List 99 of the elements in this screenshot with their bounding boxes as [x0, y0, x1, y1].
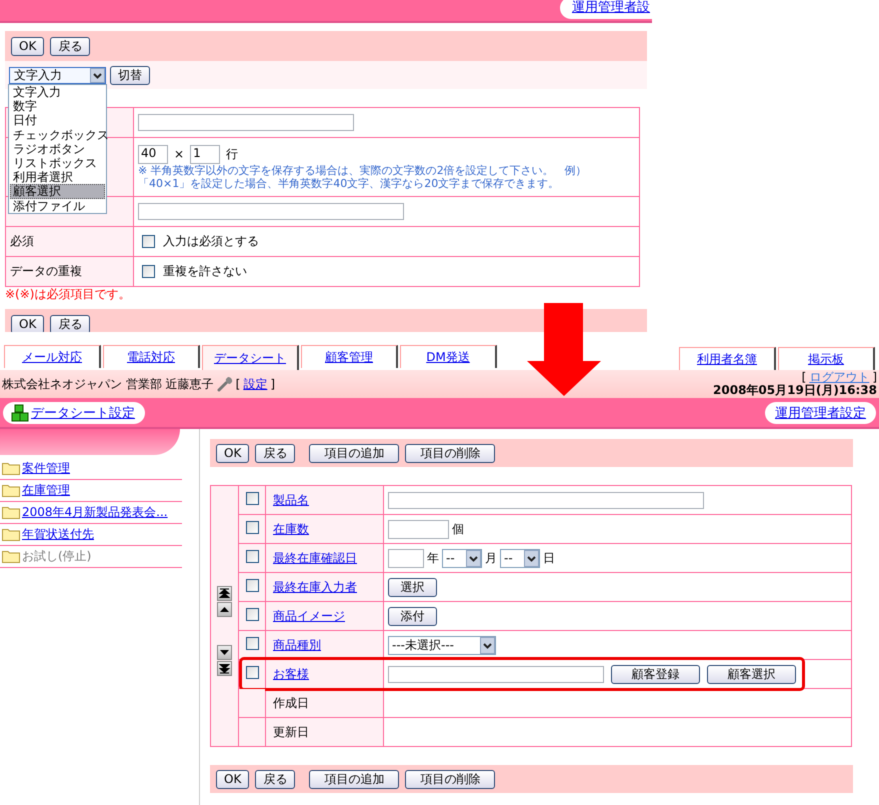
- admin-settings-link[interactable]: 運用管理者設定: [765, 402, 876, 424]
- unit-label: 月: [485, 550, 497, 566]
- number-field[interactable]: [388, 520, 449, 538]
- form-button[interactable]: 戻る: [255, 770, 296, 788]
- checkbox[interactable]: [142, 234, 155, 248]
- bracket: [: [236, 377, 240, 391]
- rows-field[interactable]: 1: [190, 144, 220, 164]
- nav-tab[interactable]: メール対応: [4, 345, 101, 368]
- checkbox[interactable]: [142, 264, 155, 278]
- folder-icon: [2, 484, 20, 497]
- switch-button[interactable]: 切替: [110, 66, 150, 84]
- move-to-bottom-icon[interactable]: [217, 661, 232, 676]
- user-name: 株式会社ネオジャパン 営業部 近藤恵子: [2, 376, 214, 392]
- field-button[interactable]: 選択: [388, 578, 437, 596]
- form-button[interactable]: 項目の削除: [405, 444, 496, 462]
- form-button[interactable]: OK: [216, 770, 250, 788]
- columns-field[interactable]: 40: [138, 144, 168, 164]
- hint-text: 「40×1」を設定した場合、半角英数字40文字、漢字なら20文字まで保存できます。: [138, 176, 560, 190]
- year-field[interactable]: [388, 548, 424, 568]
- dropdown-option[interactable]: 利用者選択: [10, 170, 105, 184]
- checkbox[interactable]: [246, 608, 258, 621]
- caret-icon: [524, 550, 539, 566]
- customer-field[interactable]: [388, 666, 604, 682]
- form-button[interactable]: 戻る: [50, 36, 90, 56]
- dropdown-option[interactable]: チェックボックス: [10, 128, 105, 142]
- form-button[interactable]: OK: [11, 314, 44, 332]
- bracket: ]: [872, 371, 877, 384]
- dropdown-option[interactable]: ラジオボタン: [10, 142, 105, 156]
- caret-icon: [90, 68, 105, 82]
- admin-settings-link[interactable]: 運用管理者設: [560, 0, 652, 18]
- required-note: ※(※)は必須項目です。: [5, 287, 132, 301]
- nav-tab[interactable]: 利用者名簿: [679, 347, 776, 370]
- form-button[interactable]: OK: [216, 444, 250, 462]
- folder-icon: [2, 506, 20, 519]
- nav-tab[interactable]: DM発送: [400, 345, 497, 368]
- checkbox[interactable]: [246, 637, 258, 650]
- folder-link[interactable]: 年賀状送付先: [22, 526, 94, 543]
- settings-link[interactable]: 設定: [243, 376, 268, 392]
- unit-label: 年: [427, 550, 439, 566]
- nav-tab[interactable]: 顧客管理: [301, 345, 398, 368]
- nav-tab[interactable]: データシート: [202, 345, 299, 370]
- checkbox[interactable]: [246, 579, 258, 592]
- dropdown-option[interactable]: 数字: [10, 99, 105, 114]
- unit-label: 個: [452, 520, 464, 538]
- folder-icon: [2, 462, 20, 475]
- checkbox[interactable]: [246, 666, 258, 679]
- move-to-top-icon[interactable]: [217, 586, 232, 601]
- hint-text: ※ 半角英数字以外の文字を保存する場合は、実際の文字数の2倍を設定して下さい。 例）: [138, 164, 588, 176]
- times-sign: ×: [174, 147, 184, 161]
- customer-button[interactable]: 顧客選択: [707, 664, 796, 684]
- folder-link[interactable]: 案件管理: [22, 460, 70, 477]
- checkbox-label: 重複を許さない: [163, 262, 247, 280]
- folder-icon: [2, 550, 20, 563]
- field-label: 更新日: [273, 724, 309, 738]
- day-select[interactable]: --: [500, 548, 540, 568]
- form-button[interactable]: 戻る: [255, 444, 296, 462]
- customer-button[interactable]: 顧客登録: [611, 664, 700, 684]
- folder-link[interactable]: 在庫管理: [22, 482, 70, 499]
- folder-icon: [2, 528, 20, 541]
- field-link[interactable]: お客様: [273, 666, 309, 680]
- text-field[interactable]: [138, 114, 354, 131]
- caret-icon: [480, 636, 495, 654]
- field-button[interactable]: 添付: [388, 606, 437, 626]
- checkbox[interactable]: [246, 492, 258, 505]
- text-field[interactable]: [388, 492, 704, 508]
- date-time: 2008年05月19日(月)16:38: [713, 384, 877, 397]
- field-label: 作成日: [273, 696, 309, 710]
- field-link[interactable]: 商品種別: [273, 638, 321, 652]
- checkbox[interactable]: [246, 521, 258, 534]
- type-select[interactable]: 文字入力: [9, 66, 106, 84]
- field-link[interactable]: 在庫数: [273, 522, 309, 536]
- dropdown-option[interactable]: リストボックス: [10, 156, 105, 170]
- blocks-icon: [11, 404, 29, 422]
- dropdown-option[interactable]: 顧客選択: [10, 184, 105, 198]
- nav-tab[interactable]: 電話対応: [103, 345, 200, 368]
- form-button[interactable]: 戻る: [50, 314, 90, 332]
- category-select[interactable]: ---未選択---: [388, 636, 496, 654]
- unit-label: 行: [226, 146, 238, 162]
- form-button[interactable]: OK: [11, 36, 44, 56]
- move-down-icon[interactable]: [217, 645, 232, 660]
- dropdown-option[interactable]: 文字入力: [10, 85, 105, 100]
- field-link[interactable]: 製品名: [273, 492, 309, 506]
- field-label: 必須: [10, 234, 34, 248]
- unit-label: 日: [543, 550, 555, 566]
- text-field[interactable]: [138, 203, 404, 220]
- wrench-icon: [216, 376, 233, 392]
- month-select[interactable]: --: [442, 548, 482, 568]
- folder-link[interactable]: 2008年4月新製品発表会...: [22, 504, 168, 521]
- checkbox[interactable]: [246, 550, 258, 563]
- form-button[interactable]: 項目の追加: [309, 444, 400, 462]
- form-button[interactable]: 項目の追加: [309, 770, 400, 788]
- checkbox-label: 入力は必須とする: [163, 232, 259, 250]
- bracket: [: [802, 371, 806, 384]
- bracket: ]: [270, 377, 276, 391]
- nav-tab[interactable]: 掲示板: [778, 347, 875, 370]
- move-up-icon[interactable]: [217, 602, 232, 617]
- field-label: データの重複: [10, 264, 82, 278]
- form-button[interactable]: 項目の削除: [405, 770, 496, 788]
- caret-icon: [466, 550, 481, 566]
